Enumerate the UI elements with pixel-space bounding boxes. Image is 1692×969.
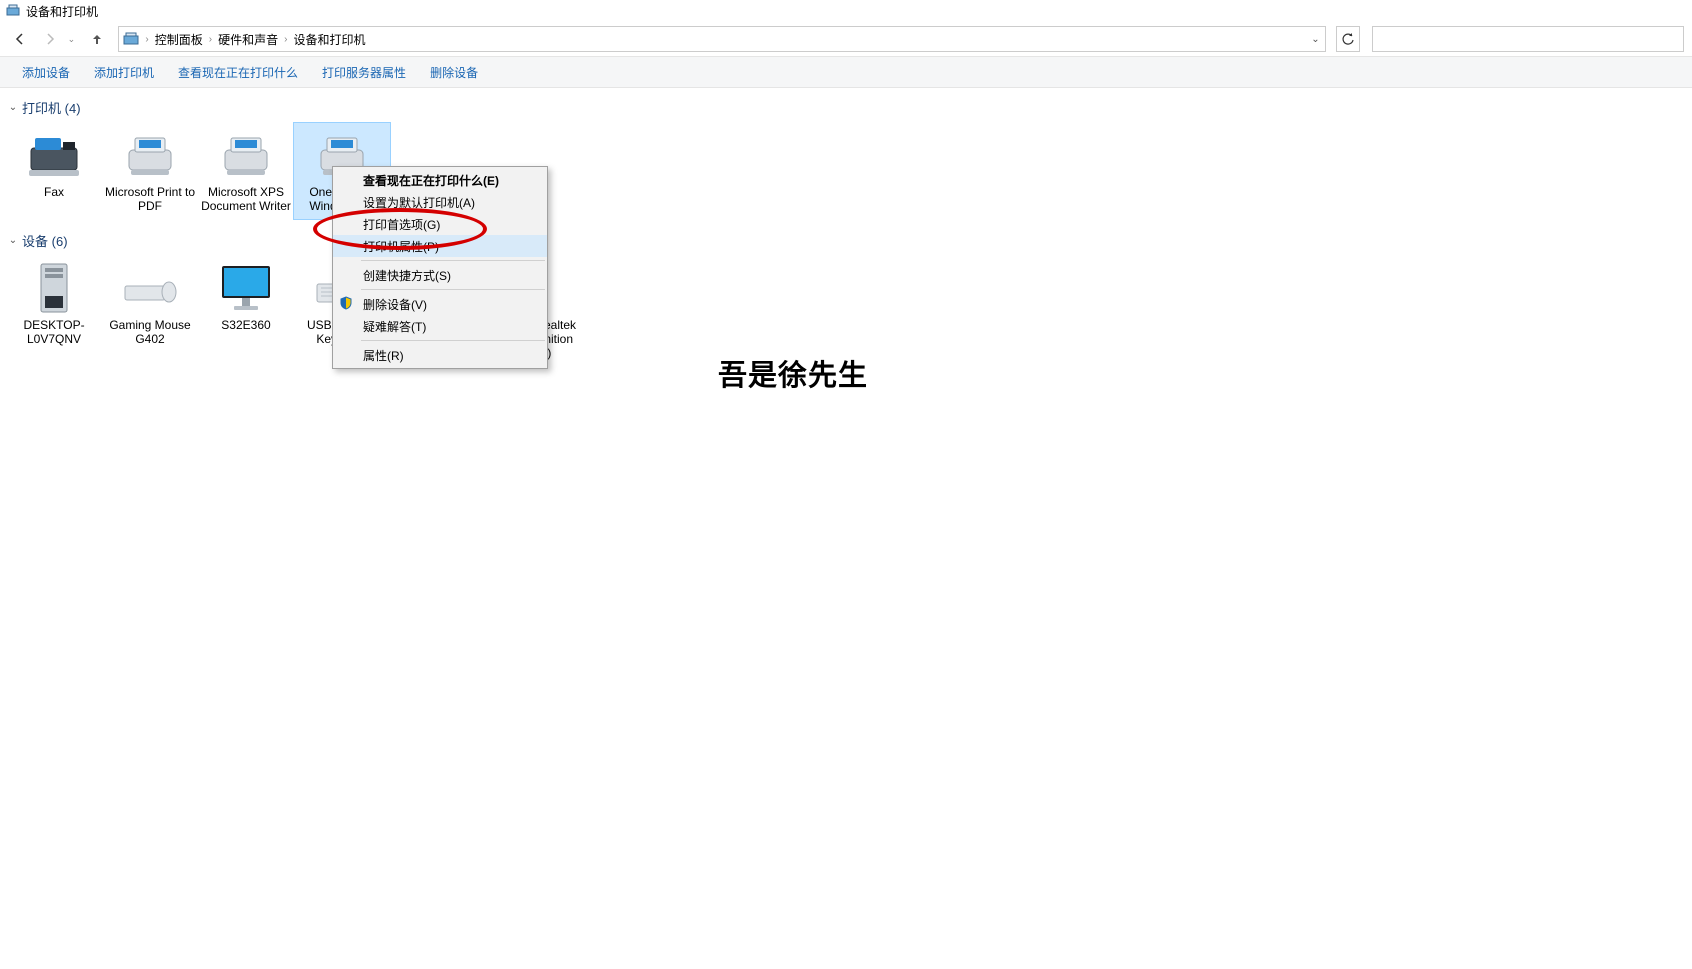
address-bar[interactable]: › 控制面板 › 硬件和声音 › 设备和打印机 ⌄ <box>118 26 1326 52</box>
device-label: Gaming Mouse G402 <box>104 318 196 346</box>
pc-tower-icon <box>24 260 84 316</box>
up-button[interactable] <box>85 26 109 52</box>
address-dropdown[interactable]: ⌄ <box>1305 34 1325 45</box>
keyboard-mouse-icon <box>120 260 180 316</box>
chevron-down-icon: ⌄ <box>8 235 18 246</box>
refresh-button[interactable] <box>1336 26 1360 52</box>
group-header-printers[interactable]: ⌄ 打印机 (4) <box>6 94 1686 121</box>
back-button[interactable] <box>8 26 32 52</box>
menu-properties[interactable]: 属性(R) <box>333 344 547 366</box>
content-pane: ⌄ 打印机 (4) Fax <box>0 88 1692 380</box>
group-label-printers: 打印机 (4) <box>22 98 81 117</box>
chevron-right-icon: › <box>205 34 216 45</box>
fax-icon <box>24 127 84 183</box>
printer-icon <box>120 127 180 183</box>
device-item-monitor[interactable]: S32E360 <box>198 256 294 366</box>
chevron-down-icon: ⌄ <box>8 102 18 113</box>
printer-icon <box>216 127 276 183</box>
device-label: DESKTOP-L0V7QNV <box>8 318 100 346</box>
monitor-icon <box>216 260 276 316</box>
recent-locations-dropdown[interactable]: ⌄ <box>68 34 79 45</box>
menu-separator <box>361 260 545 261</box>
chevron-right-icon: › <box>280 34 291 45</box>
breadcrumb-control-panel[interactable]: 控制面板 <box>153 27 205 51</box>
menu-set-default-printer[interactable]: 设置为默认打印机(A) <box>333 191 547 213</box>
menu-troubleshoot[interactable]: 疑难解答(T) <box>333 315 547 337</box>
context-menu: 查看现在正在打印什么(E) 设置为默认打印机(A) 打印首选项(G) 打印机属性… <box>332 166 548 369</box>
cmd-add-printer[interactable]: 添加打印机 <box>82 57 166 87</box>
breadcrumb-hardware-sound[interactable]: 硬件和声音 <box>216 27 280 51</box>
cmd-remove-device[interactable]: 删除设备 <box>418 57 490 87</box>
forward-button[interactable] <box>38 26 62 52</box>
breadcrumb-devices-printers[interactable]: 设备和打印机 <box>291 27 367 51</box>
printers-row: Fax Microsoft Print to PDF <box>6 121 1686 227</box>
device-item-desktop[interactable]: DESKTOP-L0V7QNV <box>6 256 102 366</box>
device-label: Microsoft Print to PDF <box>104 185 196 213</box>
device-label: Microsoft XPS Document Writer <box>200 185 292 213</box>
device-item-mouse[interactable]: Gaming Mouse G402 <box>102 256 198 366</box>
group-label-devices: 设备 (6) <box>22 231 68 250</box>
menu-see-whats-printing[interactable]: 查看现在正在打印什么(E) <box>333 169 547 191</box>
menu-remove-device[interactable]: 删除设备(V) <box>333 293 547 315</box>
menu-printing-preferences[interactable]: 打印首选项(G) <box>333 213 547 235</box>
cmd-add-device[interactable]: 添加设备 <box>10 57 82 87</box>
location-icon <box>121 29 141 49</box>
chevron-right-icon: › <box>141 34 152 45</box>
menu-create-shortcut[interactable]: 创建快捷方式(S) <box>333 264 547 286</box>
shield-icon <box>339 296 355 312</box>
search-input[interactable] <box>1372 26 1684 52</box>
nav-bar: ⌄ › 控制面板 › 硬件和声音 › 设备和打印机 ⌄ <box>0 22 1692 56</box>
menu-printer-properties[interactable]: 打印机属性(P) <box>333 235 547 257</box>
device-label: S32E360 <box>221 318 270 332</box>
device-label: Fax <box>44 185 64 199</box>
menu-separator <box>361 289 545 290</box>
cmd-see-whats-printing[interactable]: 查看现在正在打印什么 <box>166 57 310 87</box>
watermark-text: 吾是徐先生 <box>718 352 868 394</box>
window-title: 设备和打印机 <box>26 3 98 20</box>
device-item-print-to-pdf[interactable]: Microsoft Print to PDF <box>102 123 198 219</box>
device-item-fax[interactable]: Fax <box>6 123 102 219</box>
menu-separator <box>361 340 545 341</box>
cmd-print-server-props[interactable]: 打印服务器属性 <box>310 57 418 87</box>
command-bar: 添加设备 添加打印机 查看现在正在打印什么 打印服务器属性 删除设备 <box>0 56 1692 88</box>
title-bar: 设备和打印机 <box>0 0 1692 22</box>
group-header-devices[interactable]: ⌄ 设备 (6) <box>6 227 1686 254</box>
devices-printers-icon <box>6 4 20 18</box>
device-item-xps-writer[interactable]: Microsoft XPS Document Writer <box>198 123 294 219</box>
